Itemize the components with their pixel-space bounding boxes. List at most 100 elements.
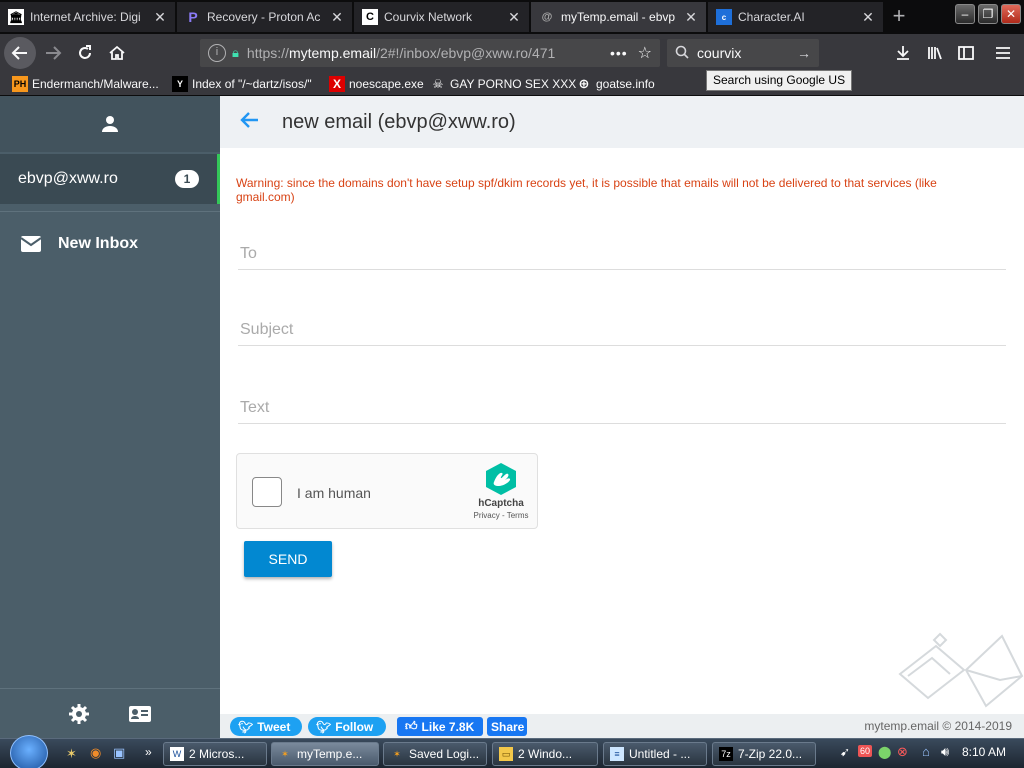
reload-button[interactable] <box>70 38 100 68</box>
close-icon[interactable]: ✕ <box>153 9 167 26</box>
sidebar-divider <box>0 211 220 212</box>
url-bar[interactable]: i 🔒︎ https://mytemp.email/2#!/inbox/ebvp… <box>200 39 660 67</box>
word-icon: W <box>170 747 184 761</box>
minimize-button[interactable]: – <box>955 4 975 24</box>
taskbar-clock[interactable]: 8:10 AM <box>962 745 1006 759</box>
task-label: Untitled - ... <box>629 747 691 761</box>
character-ai-icon: c <box>716 9 732 25</box>
close-icon[interactable]: ✕ <box>507 9 521 26</box>
page-actions-icon[interactable]: ••• <box>610 45 628 61</box>
sidebar-header <box>0 96 220 152</box>
captcha-checkbox[interactable] <box>252 477 282 507</box>
captcha-brand: hCaptcha <box>478 498 524 509</box>
tab-courvix[interactable]: C Courvix Network ✕ <box>354 2 530 32</box>
tab-mytemp[interactable]: @ myTemp.email - ebvp ✕ <box>531 2 707 32</box>
follow-button[interactable]: 🐦︎ Follow <box>308 717 386 736</box>
task-label: myTemp.e... <box>297 747 363 761</box>
menu-button[interactable] <box>988 38 1018 68</box>
compose-header: new email (ebvp@xww.ro) <box>220 96 1024 148</box>
home-button[interactable] <box>102 38 132 68</box>
bookmark-label: Endermanch/Malware... <box>32 77 159 91</box>
send-button[interactable]: SEND <box>244 541 332 577</box>
captcha-privacy-terms[interactable]: Privacy - Terms <box>469 511 533 520</box>
search-input[interactable] <box>697 45 793 61</box>
copyright-text: mytemp.email © 2014-2019 <box>864 719 1012 733</box>
window-close-button[interactable]: ✕ <box>1001 4 1021 24</box>
tray-cursor-icon[interactable]: ➹ <box>840 745 850 759</box>
hamburger-menu-icon <box>996 47 1010 59</box>
taskbar-item-firefox-mytemp[interactable]: ✶ myTemp.e... <box>271 742 379 766</box>
search-tooltip: Search using Google US <box>706 70 853 91</box>
new-inbox-label: New Inbox <box>58 235 139 252</box>
bookmark-endermanch[interactable]: PH Endermanch/Malware... <box>12 75 159 93</box>
network-icon[interactable]: ⌂ <box>922 744 930 759</box>
search-bar[interactable]: → <box>667 39 819 67</box>
bookmark-label: GAY PORNO SEX XXX <box>450 77 577 91</box>
info-icon[interactable]: i <box>208 44 226 62</box>
back-arrow-icon <box>11 46 27 60</box>
bookmark-noescape[interactable]: X noescape.exe <box>329 75 424 93</box>
text-input[interactable] <box>238 394 1006 422</box>
tray-badge-icon[interactable]: 60 <box>858 745 873 757</box>
user-icon[interactable] <box>100 114 120 134</box>
contact-card-icon[interactable] <box>128 704 152 724</box>
taskbar-item-7zip[interactable]: 7z 7-Zip 22.0... <box>712 742 816 766</box>
quicklaunch-chrome-icon[interactable]: ◉ <box>90 745 101 761</box>
7zip-icon: 7z <box>719 747 733 761</box>
to-field <box>238 240 1006 270</box>
tray-error-icon[interactable]: ⊗ <box>897 744 908 760</box>
close-icon[interactable]: ✕ <box>684 9 698 26</box>
firefox-icon: ✶ <box>281 749 289 759</box>
mail-icon <box>20 236 42 252</box>
firefox-icon: ✶ <box>393 749 401 759</box>
taskbar-item-saved-logins[interactable]: ✶ Saved Logi... <box>383 742 487 766</box>
forward-button[interactable] <box>38 38 68 68</box>
taskbar-item-notepad[interactable]: ≡ Untitled - ... <box>603 742 707 766</box>
gear-icon[interactable] <box>68 703 90 725</box>
url-text[interactable]: https://mytemp.email/2#!/inbox/ebvp@xww.… <box>247 45 602 61</box>
bookmark-star-icon[interactable]: ☆ <box>638 43 652 63</box>
new-inbox-button[interactable]: New Inbox <box>0 224 220 264</box>
quicklaunch-more-icon[interactable]: » <box>145 745 152 759</box>
close-icon[interactable]: ✕ <box>861 9 875 26</box>
taskbar-item-word[interactable]: W 2 Micros... <box>163 742 267 766</box>
download-icon <box>897 46 909 60</box>
thumbs-up-icon: 👍︎ <box>405 719 418 733</box>
bookmark-gp[interactable]: ☠ GAY PORNO SEX XXX <box>430 75 577 93</box>
tab-title: Internet Archive: Digi <box>30 10 141 24</box>
home-icon <box>109 45 125 60</box>
downloads-button[interactable] <box>888 38 918 68</box>
facebook-share-button[interactable]: Share <box>487 717 527 736</box>
show-desktop-icon[interactable]: ▣ <box>113 745 125 761</box>
restore-button[interactable]: ❐ <box>978 4 998 24</box>
tray-shield-icon[interactable]: ⬤ <box>878 745 891 759</box>
tweet-button[interactable]: 🐦︎ Tweet <box>230 717 302 736</box>
bookmark-index-dartz[interactable]: Y Index of "/~dartz/isos/" <box>172 75 312 93</box>
bookmark-goatse[interactable]: ⊕ goatse.info <box>576 75 655 93</box>
url-domain: mytemp.email <box>288 45 377 61</box>
search-go-arrow-icon[interactable]: → <box>797 45 811 61</box>
facebook-like-button[interactable]: 👍︎ Like 7.8K <box>397 717 483 736</box>
volume-icon[interactable]: 🔊︎ <box>941 744 949 760</box>
back-arrow-icon[interactable] <box>240 109 270 135</box>
back-button[interactable] <box>4 37 36 69</box>
tab-proton[interactable]: P Recovery - Proton Ac ✕ <box>177 2 353 32</box>
taskbar-item-explorer[interactable]: ▭ 2 Windo... <box>492 742 598 766</box>
bookmarks-bar: PH Endermanch/Malware... Y Index of "/~d… <box>0 72 1024 96</box>
library-button[interactable] <box>920 38 950 68</box>
windows-start-button[interactable] <box>10 735 48 768</box>
task-label: 2 Micros... <box>189 747 245 761</box>
sidebar-item-account[interactable]: ebvp@xww.ro 1 <box>0 154 220 204</box>
to-input[interactable] <box>238 240 1006 268</box>
tab-internet-archive[interactable]: 🏛 Internet Archive: Digi ✕ <box>0 2 176 32</box>
lock-icon[interactable]: 🔒︎ <box>232 45 239 61</box>
library-icon <box>928 47 942 60</box>
subject-input[interactable] <box>238 316 1006 344</box>
forward-arrow-icon <box>46 46 62 60</box>
tab-character-ai[interactable]: c Character.AI ✕ <box>708 2 884 32</box>
task-label: Saved Logi... <box>409 747 480 761</box>
sidebar-toggle-button[interactable] <box>951 38 981 68</box>
new-tab-button[interactable]: + <box>886 4 912 30</box>
quicklaunch-firefox-icon[interactable]: ✶ <box>66 746 77 762</box>
close-icon[interactable]: ✕ <box>330 9 344 26</box>
